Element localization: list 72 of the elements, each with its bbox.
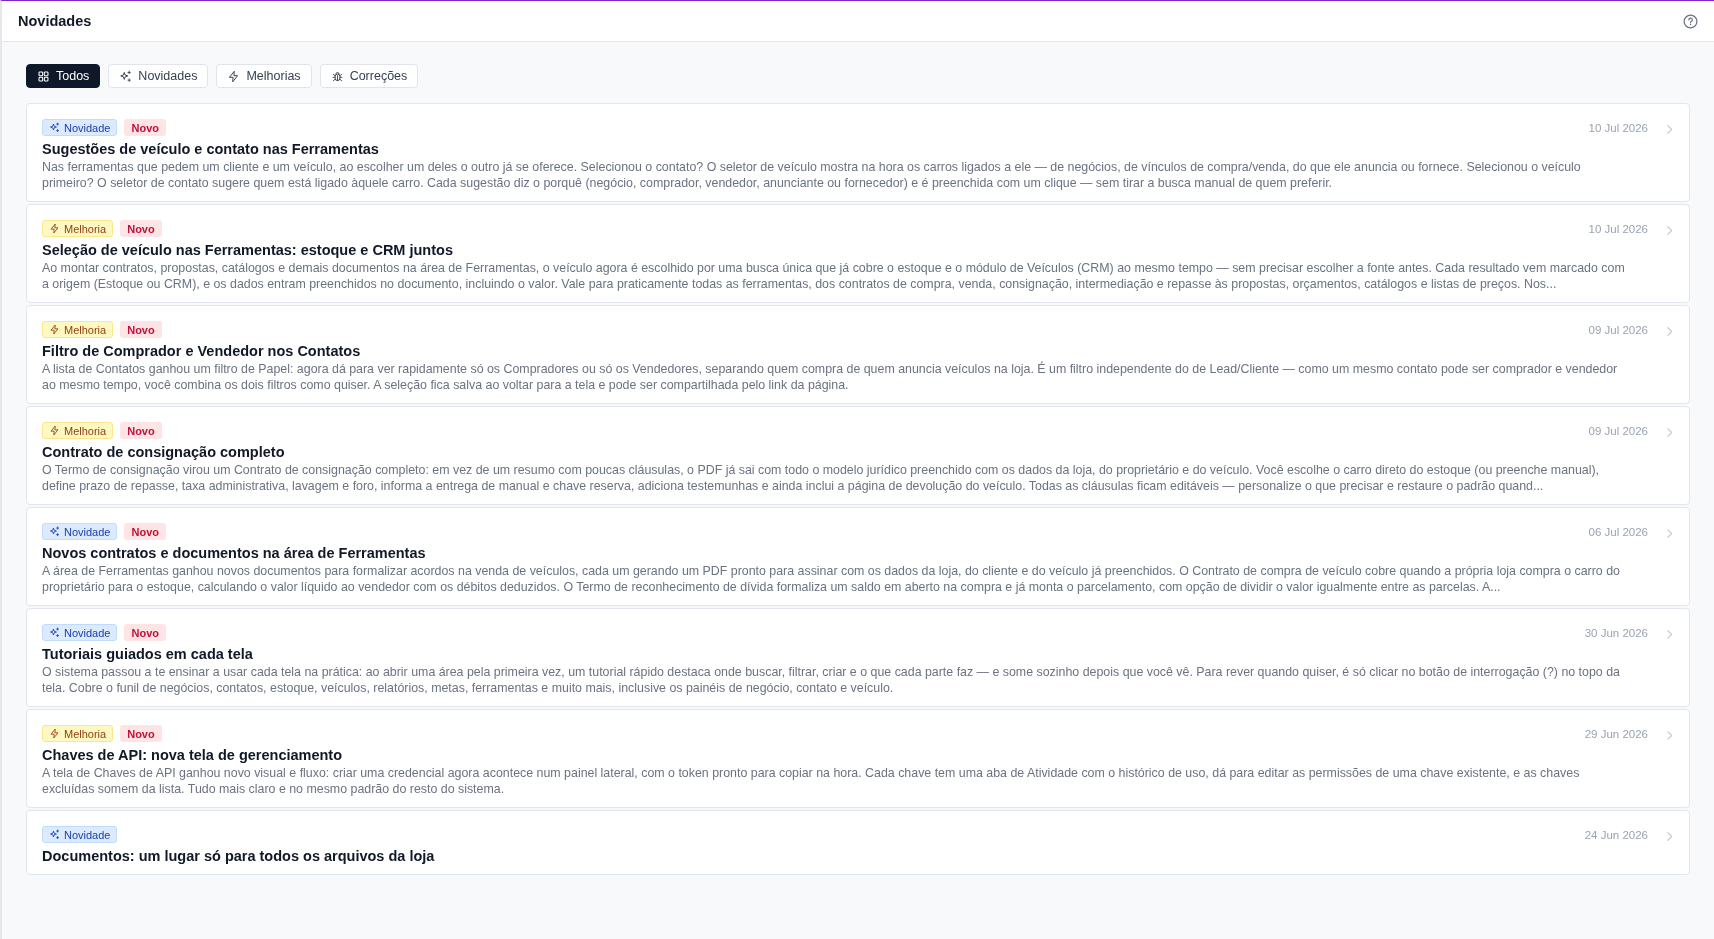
new-badge: Novo xyxy=(124,624,166,641)
lightning-icon xyxy=(227,69,241,83)
entry-title: Chaves de API: nova tela de gerenciamento xyxy=(42,747,344,763)
sparkles-icon xyxy=(49,122,60,133)
entry-date: 29 Jun 2026 xyxy=(1584,727,1648,740)
sparkles-icon xyxy=(49,526,60,537)
new-badge: Novo xyxy=(124,523,166,540)
lightning-icon xyxy=(49,324,60,335)
changelog-card[interactable] xyxy=(26,709,1690,808)
entry-date: 30 Jun 2026 xyxy=(1584,626,1648,639)
entry-title: Contrato de consignação completo xyxy=(42,444,286,460)
type-badge: Novidade xyxy=(42,119,118,136)
entry-description: A tela de Chaves de API ganhou novo visual e fluxo: criar uma credencial agora acontece num painel lateral, com o token pronto para copiar na hora. Cada chave tem uma aba de Atividade com o histórico de uso, dá para editar as permissões de uma chave existente, e as chaves excluídas somem da lista. Tudo mais claro e no mesmo padrão do resto do sistema. xyxy=(42,765,1581,797)
chevron-right-icon xyxy=(1666,123,1673,135)
entry-date: 09 Jul 2026 xyxy=(1588,323,1648,336)
filter-tab[interactable]: Melhorias xyxy=(216,64,312,88)
changelog-card[interactable] xyxy=(26,204,1690,303)
sparkles-icon xyxy=(119,69,133,83)
type-badge: Melhoria xyxy=(42,422,114,439)
sparkles-icon xyxy=(49,829,60,840)
changelog-card[interactable]: Novidade 24 Jun 2026 Documentos: um lugar só para todos os arquivos da loja xyxy=(26,810,1690,875)
sparkles-icon xyxy=(49,627,60,638)
type-badge: Novidade xyxy=(42,523,118,540)
entry-description: Nas ferramentas que pedem um cliente e um veículo, ao escolher um deles o outro já se oferece. Selecionou o contato? O seletor de veículo mostra na hora os carros ligados a ele — de negócios, de vínculos de compra/venda, do que ele anuncia ou fornece. Selecionou o veículo primeiro? O seletor de contato sugere quem está ligado àquele carro. Cada sugestão diz o porquê (negócio, comprador, vendedor, anunciante ou fornecedor) e é preenchida com um clique — sem tirar a busca manual de quem preferir. xyxy=(42,159,1582,191)
new-badge: Novo xyxy=(120,220,162,237)
entry-title: Documentos: um lugar só para todos os arquivos da loja xyxy=(42,848,436,864)
entry-date: 10 Jul 2026 xyxy=(1588,222,1648,235)
entry-description: A lista de Contatos ganhou um filtro de Papel: agora dá para ver rapidamente só os Compradores ou só os Vendedores, separando quem compra de quem anuncia veículos na loja. É um filtro independente do de Lead/Cliente — como um mesmo contato pode ser comprador e vendedor ao mesmo tempo, você combina os dois filtros como quiser. A seleção fica salva ao voltar para a tela e pode ser compartilhada pelo link da página. xyxy=(42,361,1619,393)
changelog-card[interactable] xyxy=(26,507,1690,606)
help-icon[interactable] xyxy=(1683,13,1698,29)
entry-description: Ao montar contratos, propostas, catálogos e demais documentos na área de Ferramentas, o veículo agora é escolhido por uma busca única que já cobre o estoque e o módulo de Veículos (CRM) ao mesmo tempo — sem precisar escolher a fonte antes. Cada resultado vem marcado com a origem (Estoque ou CRM), e os dados entram preenchidos no documento, incluindo o valor. Vale para praticamente todas as ferramentas, dos contratos de compra, venda, consignação, intermediação e repasse às propostas, orçamentos, catálogos e listas de preços. Nos... xyxy=(42,260,1626,292)
new-badge: Novo xyxy=(124,119,166,136)
type-badge: Melhoria xyxy=(42,725,114,742)
changelog-card[interactable] xyxy=(26,103,1690,202)
chevron-right-icon xyxy=(1666,224,1673,236)
lightning-icon xyxy=(49,223,60,234)
new-badge: Novo xyxy=(120,725,162,742)
entry-description: O Termo de consignação virou um Contrato de consignação completo: em vez de um resumo com poucas cláusulas, o PDF já sai com todo o modelo jurídico preenchido com os dados da loja, do proprietário e do veículo. Você escolhe o carro direto do estoque (ou preenche manual), define prazo de repasse, taxa administrativa, lavagem e foro, informa a entrega de manual e chave reserva, adiciona testemunhas e ainda inclui a página de devolução do veículo. Todas as cláusulas ficam editáveis — personalize o que precisar e restaure o padrão quand... xyxy=(42,462,1601,494)
chevron-right-icon xyxy=(1666,729,1673,741)
filter-tab[interactable]: Novidades xyxy=(108,64,209,88)
entry-date: 10 Jul 2026 xyxy=(1588,121,1648,134)
lightning-icon xyxy=(49,425,60,436)
changelog-card[interactable] xyxy=(26,406,1690,505)
grid-icon xyxy=(37,69,50,83)
changelog-card[interactable] xyxy=(26,608,1690,707)
type-badge: Novidade xyxy=(42,826,118,843)
entry-title: Seleção de veículo nas Ferramentas: estoque e CRM juntos xyxy=(42,242,454,258)
chevron-right-icon xyxy=(1666,426,1673,438)
changelog-card[interactable] xyxy=(26,305,1690,404)
chevron-right-icon xyxy=(1666,325,1673,337)
type-badge: Novidade xyxy=(42,624,118,641)
entry-title: Sugestões de veículo e contato nas Ferramentas xyxy=(42,141,380,157)
entry-title: Filtro de Comprador e Vendedor nos Contatos xyxy=(42,343,362,359)
entry-title: Tutoriais guiados em cada tela xyxy=(42,646,254,662)
entry-title: Novos contratos e documentos na área de Ferramentas xyxy=(42,545,427,561)
entry-date: 06 Jul 2026 xyxy=(1588,525,1648,538)
chevron-right-icon xyxy=(1666,527,1673,539)
page-title: Novidades xyxy=(18,13,92,29)
type-badge: Melhoria xyxy=(42,220,114,237)
entry-description: O sistema passou a te ensinar a usar cada tela na prática: ao abrir uma área pela primeira vez, um tutorial rápido destaca onde buscar, filtrar, criar e o que cada parte faz — e some sozinho depois que você vê. Para rever quando quiser, é só clicar no botão de interrogação (?) no topo da tela. Cobre o funil de negócios, contatos, estoque, veículos, relatórios, metas, ferramentas e muito mais, inclusive os painéis de negócio, contato e veículo. xyxy=(42,664,1621,696)
entry-description: A área de Ferramentas ganhou novos documentos para formalizar acordos na venda de veículos, cada um gerando um PDF pronto para assinar com os dados da loja, do cliente e do veículo já preenchidos. O Contrato de compra de veículo cobre quando a própria loja compra o carro do proprietário para o estoque, calculando o valor líquido ao vendedor com os débitos deduzidos. O Termo de reconhecimento de dívida formaliza um saldo em aberto na compra e já monta o parcelamento, com opção de dividir o valor igualmente entre as parcelas. A... xyxy=(42,563,1621,595)
filter-tab[interactable]: Todos xyxy=(26,64,101,88)
new-badge: Novo xyxy=(120,422,162,439)
chevron-right-icon xyxy=(1666,830,1673,842)
filter-tab[interactable]: Correções xyxy=(319,64,419,88)
entry-date: 09 Jul 2026 xyxy=(1588,424,1648,437)
bug-icon xyxy=(330,69,344,83)
chevron-right-icon xyxy=(1666,628,1673,640)
entry-date: 24 Jun 2026 xyxy=(1584,828,1648,841)
lightning-icon xyxy=(49,728,60,739)
type-badge: Melhoria xyxy=(42,321,114,338)
new-badge: Novo xyxy=(120,321,162,338)
